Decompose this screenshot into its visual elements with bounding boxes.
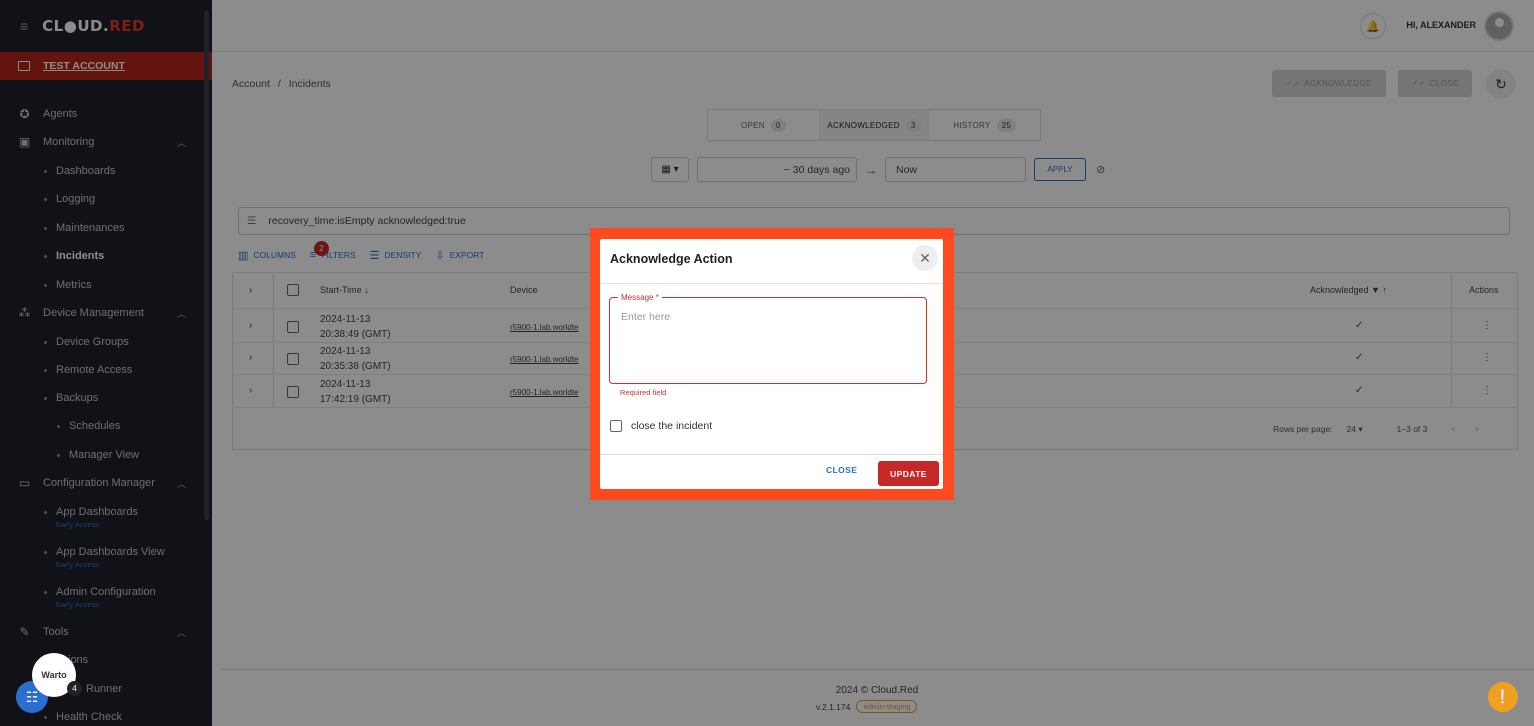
dialog-title: Acknowledge Action <box>610 252 733 266</box>
message-label: Message * <box>618 293 662 302</box>
required-helper: Required field <box>620 388 667 397</box>
close-icon[interactable]: ✕ <box>912 245 938 271</box>
dialog-close-button[interactable]: CLOSE <box>826 465 857 475</box>
message-field[interactable]: Message * Enter here <box>609 293 927 384</box>
acknowledge-dialog: Acknowledge Action ✕ Message * Enter her… <box>600 239 943 489</box>
chat-icon[interactable]: ❕ <box>1488 682 1518 712</box>
message-placeholder: Enter here <box>621 311 671 323</box>
close-incident-option[interactable]: close the incident <box>610 420 712 432</box>
update-button[interactable]: UPDATE <box>878 461 939 486</box>
assistant-badge: 4 <box>67 681 82 696</box>
close-incident-checkbox[interactable] <box>610 420 622 432</box>
